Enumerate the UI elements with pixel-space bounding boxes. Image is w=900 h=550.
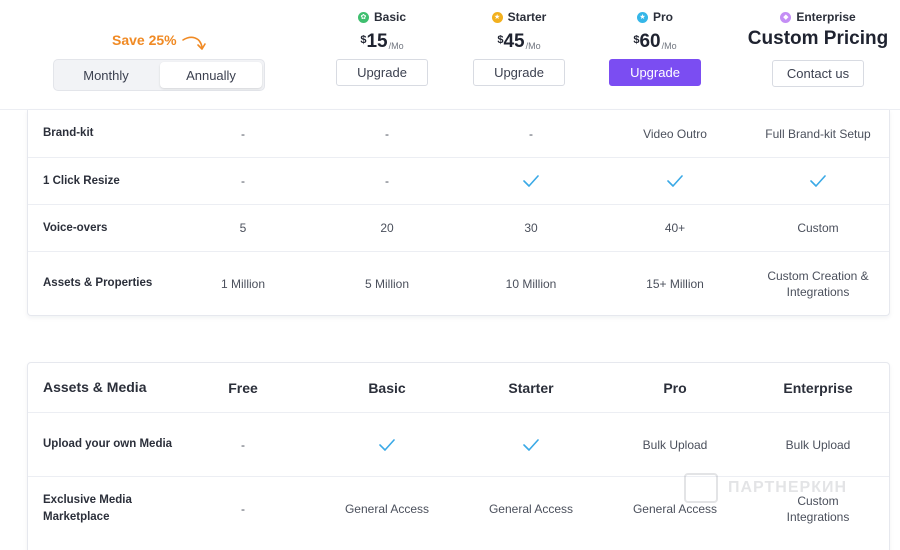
plan-price: $ 15 /Mo bbox=[360, 31, 404, 52]
starter-upgrade-button[interactable]: Upgrade bbox=[473, 59, 565, 86]
plan-name: Enterprise bbox=[796, 10, 856, 24]
pricing-header: Save 25% Monthly Annually ✿ Basic $ 15 /… bbox=[0, 0, 900, 110]
watermark: ПАРТНЕРКИН bbox=[684, 473, 847, 503]
contact-us-button[interactable]: Contact us bbox=[772, 60, 864, 87]
billing-monthly-option[interactable]: Monthly bbox=[56, 62, 156, 88]
save-badge-text: Save 25% bbox=[112, 32, 177, 48]
plan-enterprise: ◆ Enterprise Custom Pricing Contact us bbox=[740, 0, 896, 87]
pro-upgrade-button[interactable]: Upgrade bbox=[609, 59, 701, 86]
check-icon bbox=[461, 158, 601, 204]
plan-price: $ 60 /Mo bbox=[633, 31, 677, 52]
billing-annually-option[interactable]: Annually bbox=[160, 62, 262, 88]
curved-arrow-icon bbox=[181, 36, 206, 50]
assets-media-table: Assets & Media Free Basic Starter Pro En… bbox=[27, 362, 890, 550]
table-row: Assets & Properties 1 Million 5 Million … bbox=[43, 268, 869, 299]
plan-name: Pro bbox=[652, 10, 673, 24]
diamond-icon: ◆ bbox=[780, 11, 792, 23]
plan-price: $ 45 /Mo bbox=[497, 31, 541, 52]
plan-pro: ★ Pro $ 60 /Mo Upgrade bbox=[585, 0, 725, 86]
check-icon bbox=[461, 413, 601, 476]
plan-name: Basic bbox=[373, 10, 407, 24]
section-title: Assets & Media bbox=[43, 379, 147, 395]
check-icon bbox=[748, 158, 888, 204]
basic-upgrade-button[interactable]: Upgrade bbox=[336, 59, 428, 86]
custom-pricing-label: Custom Pricing bbox=[747, 28, 889, 49]
star-icon: ★ bbox=[636, 11, 648, 23]
save-badge: Save 25% bbox=[112, 32, 207, 54]
plan-name: Starter bbox=[507, 10, 547, 24]
plan-basic: ✿ Basic $ 15 /Mo Upgrade bbox=[312, 0, 452, 86]
table-row: 1 Click Resize - - bbox=[28, 158, 889, 205]
billing-toggle[interactable]: Monthly Annually bbox=[53, 59, 265, 91]
plan-starter: ★ Starter $ 45 /Mo Upgrade bbox=[449, 0, 589, 86]
check-icon bbox=[605, 158, 745, 204]
features-table: Brand-kit - - - Video Outro Full Brand-k… bbox=[27, 110, 890, 316]
check-icon bbox=[317, 413, 457, 476]
star-icon: ★ bbox=[491, 11, 503, 23]
watermark-logo-icon bbox=[684, 473, 718, 503]
table-row: Upload your own Media - Bulk Upload Bulk… bbox=[28, 413, 889, 477]
table-row: Voice-overs 5 20 30 40+ Custom bbox=[28, 205, 889, 252]
table-header-row: Assets & Media Free Basic Starter Pro En… bbox=[28, 363, 889, 413]
leaf-icon: ✿ bbox=[357, 11, 369, 23]
table-row: Brand-kit - - - Video Outro Full Brand-k… bbox=[28, 110, 889, 158]
